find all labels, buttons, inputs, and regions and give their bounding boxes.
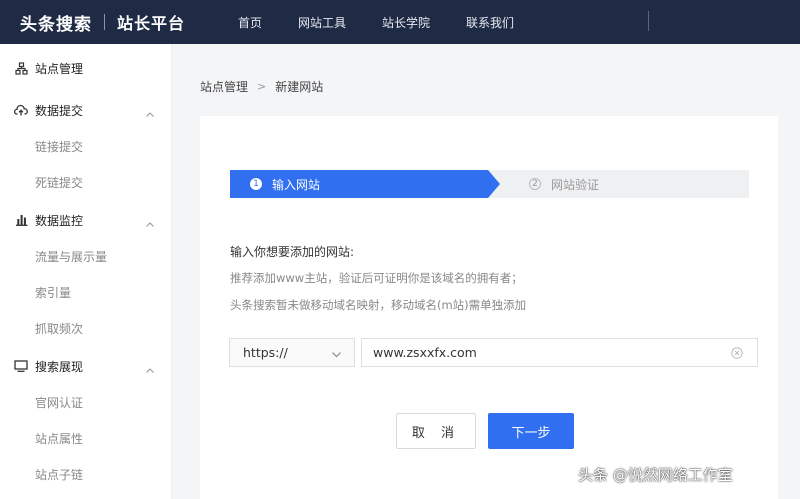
sidebar-item-traffic-impressions[interactable]: 流量与展示量 <box>0 238 171 274</box>
chevron-right-icon: > <box>257 80 267 93</box>
protocol-value: https:// <box>243 345 288 360</box>
nav-site-tools[interactable]: 网站工具 <box>298 14 346 31</box>
cancel-button[interactable]: 取 消 <box>396 413 476 449</box>
site-url-value: www.zsxxfx.com <box>373 345 477 360</box>
sitemap-icon <box>14 61 28 75</box>
step-label: 网站验证 <box>551 177 600 192</box>
monitor-icon <box>14 359 28 373</box>
chevron-down-icon <box>331 348 342 359</box>
breadcrumb-current: 新建网站 <box>275 80 324 94</box>
sidebar-item-site-manage[interactable]: 站点管理 <box>0 50 171 86</box>
bar-chart-icon <box>14 213 28 227</box>
step-input-site: 1 输入网站 <box>230 170 500 198</box>
sidebar-item-official-verify[interactable]: 官网认证 <box>0 384 171 420</box>
instruction-line: 头条搜索暂未做移动域名映射，移动域名(m站)需单独添加 <box>230 298 527 312</box>
breadcrumb: 站点管理 > 新建网站 <box>200 78 323 95</box>
chevron-up-icon <box>145 215 155 227</box>
nav-webmaster-academy[interactable]: 站长学院 <box>382 14 430 31</box>
step-site-verify: 2 网站验证 <box>488 170 749 198</box>
sidebar-item-index-count[interactable]: 索引量 <box>0 274 171 310</box>
watermark: 头条 @悦然网络工作室 <box>578 466 733 484</box>
sidebar-item-crawl-frequency[interactable]: 抓取频次 <box>0 310 171 346</box>
nav-home[interactable]: 首页 <box>238 14 262 31</box>
brand-divider <box>104 14 105 30</box>
chevron-up-icon <box>145 361 155 373</box>
step-number: 1 <box>250 178 262 190</box>
sidebar-item-label: 站点管理 <box>35 61 84 76</box>
brand-logo[interactable]: 头条搜索 站长平台 <box>0 10 185 35</box>
new-site-panel: 1 输入网站 2 网站验证 输入你想要添加的网站: 推荐添加www主站，验证后可… <box>200 116 778 499</box>
sidebar-group-data-submit[interactable]: 数据提交 <box>0 92 171 128</box>
nav-divider <box>648 11 649 31</box>
step-label: 输入网站 <box>272 177 321 192</box>
main-nav: 首页 网站工具 站长学院 联系我们 <box>238 0 550 44</box>
cloud-upload-icon <box>14 103 28 117</box>
next-step-button[interactable]: 下一步 <box>488 413 574 449</box>
sidebar-group-label: 数据监控 <box>35 213 84 228</box>
sidebar-group-search-display[interactable]: 搜索展现 <box>0 348 171 384</box>
sidebar-group-data-monitor[interactable]: 数据监控 <box>0 202 171 238</box>
sidebar-item-site-sublinks[interactable]: 站点子链 <box>0 456 171 492</box>
sidebar: 站点管理 数据提交 链接提交 死链提交 数据监控 流量与展示量 索引量 抓取频次… <box>0 44 172 499</box>
chevron-up-icon <box>145 105 155 117</box>
instruction-line: 推荐添加www主站，验证后可证明你是该域名的拥有者； <box>230 271 523 285</box>
sidebar-item-site-properties[interactable]: 站点属性 <box>0 420 171 456</box>
step-indicator: 1 输入网站 2 网站验证 <box>230 170 749 198</box>
breadcrumb-parent[interactable]: 站点管理 <box>200 78 248 95</box>
instruction-title: 输入你想要添加的网站: <box>230 245 355 259</box>
clear-icon[interactable] <box>731 347 743 359</box>
sidebar-item-link-submit[interactable]: 链接提交 <box>0 128 171 164</box>
nav-contact-us[interactable]: 联系我们 <box>466 14 514 31</box>
sidebar-item-dead-link-submit[interactable]: 死链提交 <box>0 164 171 200</box>
step-number: 2 <box>529 178 541 190</box>
sidebar-group-label: 搜索展现 <box>35 359 84 374</box>
sidebar-group-label: 数据提交 <box>35 103 84 118</box>
top-navigation-bar: 头条搜索 站长平台 首页 网站工具 站长学院 联系我们 <box>0 0 800 44</box>
brand-subtitle: 站长平台 <box>117 14 186 33</box>
brand-name: 头条搜索 <box>20 14 92 35</box>
site-url-input[interactable]: www.zsxxfx.com <box>361 338 758 367</box>
protocol-select[interactable]: https:// <box>229 338 355 367</box>
